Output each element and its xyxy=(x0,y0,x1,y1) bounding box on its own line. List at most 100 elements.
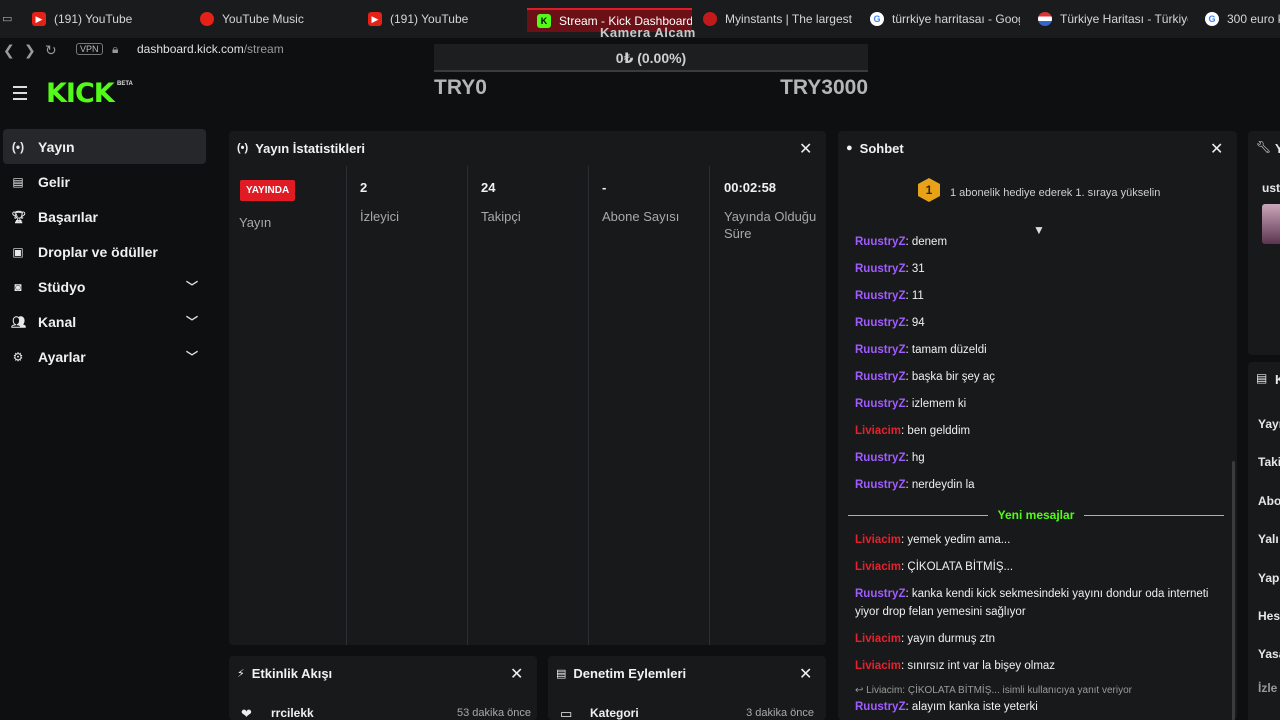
right-panel-item[interactable]: Hes xyxy=(1258,609,1280,623)
browser-tab[interactable]: G 300 euro k xyxy=(1205,8,1280,30)
chat-text: yemek yedim ama... xyxy=(907,534,1011,546)
chat-username[interactable]: RuustryZ xyxy=(855,701,905,713)
url-host: dashboard.kick.com xyxy=(137,42,244,56)
chat-username[interactable]: RuustryZ xyxy=(855,588,905,600)
sidebar-item-gelir[interactable]: ▤ Gelir xyxy=(3,164,206,199)
sidebar-item-ayarlar[interactable]: ⚙ Ayarlar ﹀ xyxy=(3,339,206,374)
sidebar-item-kanal[interactable]: 👥︎ Kanal ﹀ xyxy=(3,304,206,339)
goal-progress-text: 0₺ (0.00%) xyxy=(615,50,687,66)
chat-username[interactable]: Liviacim xyxy=(855,633,901,645)
chat-message[interactable]: RuustryZ: nerdeydin la xyxy=(855,476,1225,494)
stat-subs: - Abone Sayısı xyxy=(589,166,710,645)
chat-message[interactable]: RuustryZ: başka bir şey aç xyxy=(855,368,1225,386)
chat-text: sınırsız int var la bişey olmaz xyxy=(907,660,1056,672)
chat-message[interactable]: Liviacim: ben gelddim xyxy=(855,422,1225,440)
sidebar-item-studyo[interactable]: ◙ Stüdyo ﹀ xyxy=(3,269,206,304)
sidebar-item-yayin[interactable]: (•) Yayın xyxy=(3,129,206,164)
studio-icon: ◙ xyxy=(14,279,22,294)
chat-message[interactable]: RuustryZ: 11 xyxy=(855,287,1225,305)
right-panel-item[interactable]: Yasa xyxy=(1258,647,1280,661)
right-panel-item[interactable]: Yayı xyxy=(1258,417,1280,431)
panel-title: K xyxy=(1275,372,1280,387)
vpn-badge[interactable]: VPN xyxy=(76,43,103,55)
chat-message[interactable]: RuustryZ: tamam düzeldi xyxy=(855,341,1225,359)
chat-username[interactable]: Liviacim xyxy=(855,660,901,672)
kick-logo[interactable]: KICK xyxy=(46,78,115,109)
stat-value: 24 xyxy=(481,180,496,195)
moderation-action: Kategori xyxy=(590,706,639,720)
browser-tab[interactable]: ▶ (191) YouTube xyxy=(368,8,523,30)
browser-tab[interactable]: Myinstants | The largest i xyxy=(703,8,853,30)
category-icon: ▭ xyxy=(560,706,573,720)
chat-text: 94 xyxy=(911,317,925,329)
chat-username[interactable]: RuustryZ xyxy=(855,371,905,383)
chat-message[interactable]: RuustryZ: 94 xyxy=(855,314,1225,332)
broadcast-icon: (•) xyxy=(237,142,249,154)
chat-username[interactable]: RuustryZ xyxy=(855,290,905,302)
chat-username[interactable]: Liviacim xyxy=(855,561,901,573)
chat-username[interactable]: Liviacim xyxy=(855,425,901,437)
moderation-panel: ▤ Denetim Eylemleri ✕ ▭ Kategori 3 dakik… xyxy=(548,656,826,720)
chat-message[interactable]: RuustryZ: izlemem ki xyxy=(855,395,1225,413)
sidebar-item-basarilar[interactable]: 🏆︎ Başarılar xyxy=(3,199,206,234)
url-field[interactable]: dashboard.kick.com/stream xyxy=(137,42,284,56)
list-icon: ▤ xyxy=(1256,371,1268,385)
browser-tab[interactable]: YouTube Music xyxy=(200,8,360,30)
chat-text: yayın durmuş ztn xyxy=(907,633,995,645)
forward-icon[interactable]: ❯ xyxy=(24,42,36,59)
panel-title: Yayın İstatistikleri xyxy=(255,140,366,156)
chat-username[interactable]: RuustryZ xyxy=(855,479,905,491)
chat-username[interactable]: RuustryZ xyxy=(855,263,905,275)
chat-message[interactable]: RuustryZ: kanka kendi kick sekmesindeki … xyxy=(855,585,1225,621)
panel-title: Denetim Eylemleri xyxy=(573,665,687,681)
chat-text: denem xyxy=(911,236,948,248)
chat-message[interactable]: Liviacim: ÇİKOLATA BİTMİŞ... xyxy=(855,558,1225,576)
chat-message[interactable]: Liviacim: yemek yedim ama... xyxy=(855,531,1225,549)
chat-username[interactable]: RuustryZ xyxy=(855,452,905,464)
stat-label: İzleyici xyxy=(360,209,400,224)
lock-icon[interactable]: 🔒︎ xyxy=(112,42,118,57)
trophy-icon: 🏆︎ xyxy=(11,209,27,224)
stat-value: 2 xyxy=(360,180,368,195)
chat-message[interactable]: RuustryZ: alayım kanka iste yeterki xyxy=(855,698,1225,716)
goal-min: TRY0 xyxy=(434,76,487,99)
chat-scrollbar[interactable] xyxy=(1232,461,1235,720)
avatar[interactable] xyxy=(1262,204,1280,244)
chat-username[interactable]: RuustryZ xyxy=(855,344,905,356)
chat-message[interactable]: RuustryZ: hg xyxy=(855,449,1225,467)
heart-icon: ❤ xyxy=(241,706,252,720)
right-panel-item[interactable]: Yap xyxy=(1258,571,1279,585)
right-panel-item[interactable]: Yalı xyxy=(1258,532,1279,546)
chat-username[interactable]: RuustryZ xyxy=(855,398,905,410)
flag-icon xyxy=(1038,12,1052,26)
close-icon[interactable]: ✕ xyxy=(799,664,812,684)
right-panel-item[interactable]: Taki xyxy=(1258,455,1280,469)
panel-header: (•) Yayın İstatistikleri xyxy=(229,131,826,165)
panel-header: ▤ Denetim Eylemleri xyxy=(548,656,826,690)
chat-message[interactable]: Liviacim: yayın durmuş ztn xyxy=(855,630,1225,648)
sidebar-toggle-icon[interactable]: ▭ xyxy=(2,12,12,25)
bolt-icon: ⚡︎ xyxy=(237,667,245,680)
gift-sub-prompt[interactable]: 1 abonelik hediye ederek 1. sıraya yükse… xyxy=(950,187,1160,199)
reload-icon[interactable]: ↻ xyxy=(45,42,57,59)
browser-tab[interactable]: G türrkiye harritasaı - Googl xyxy=(870,8,1020,30)
close-icon[interactable]: ✕ xyxy=(799,139,812,159)
right-panel-item[interactable]: Abo xyxy=(1258,494,1280,508)
close-icon[interactable]: ✕ xyxy=(1210,139,1223,159)
browser-tab[interactable]: ▶ (191) YouTube xyxy=(32,8,192,30)
sidebar-item-droplar[interactable]: ▣ Droplar ve ödüller xyxy=(3,234,206,269)
close-icon[interactable]: ✕ xyxy=(510,664,523,684)
chat-username[interactable]: RuustryZ xyxy=(855,236,905,248)
gift-icon: ▣ xyxy=(12,244,24,259)
right-panel-item[interactable]: İzle xyxy=(1258,681,1277,695)
chat-message[interactable]: RuustryZ: denem xyxy=(855,233,1225,251)
chat-message[interactable]: Liviacim: sınırsız int var la bişey olma… xyxy=(855,657,1225,675)
menu-icon[interactable] xyxy=(13,86,27,104)
panel-header: ● Sohbet xyxy=(838,131,1237,165)
back-icon[interactable]: ❮ xyxy=(3,42,15,59)
browser-tab[interactable]: Türkiye Haritası - Türkiye xyxy=(1038,8,1188,30)
chat-message[interactable]: RuustryZ: 31 xyxy=(855,260,1225,278)
chat-username[interactable]: Liviacim xyxy=(855,534,901,546)
reply-indicator: ↩ Liviacim: ÇİKOLATA BİTMİŞ... isimli ku… xyxy=(855,685,1132,696)
chat-username[interactable]: RuustryZ xyxy=(855,317,905,329)
